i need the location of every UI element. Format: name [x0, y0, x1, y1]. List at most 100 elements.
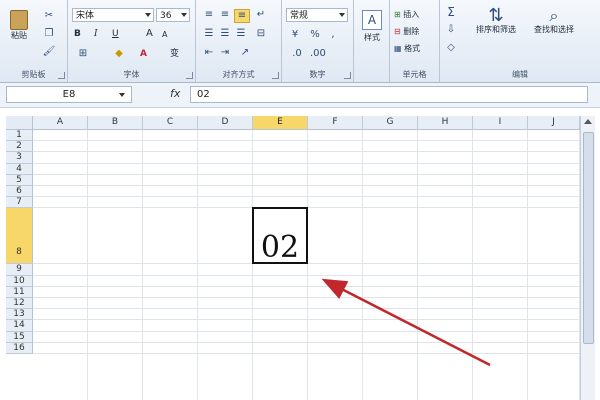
paste-button[interactable]: 粘贴 [8, 10, 30, 41]
sort-filter-button[interactable]: ⇅ 排序和筛选 [468, 6, 524, 35]
font-group-label: 字体 [123, 70, 140, 79]
chevron-down-icon [181, 13, 187, 17]
row-header-2[interactable]: 2 [6, 141, 33, 153]
autosum-icon[interactable]: Σ [444, 6, 458, 18]
column-header-e[interactable]: E [253, 116, 308, 130]
wrap-text-icon[interactable]: ↵ [254, 9, 268, 21]
bold-button[interactable]: B [74, 30, 81, 39]
align-left-icon[interactable]: ☰ [202, 28, 216, 40]
clipboard-dialog-launcher[interactable] [58, 72, 65, 79]
row-header-3[interactable]: 3 [6, 152, 33, 164]
row-header-6[interactable]: 6 [6, 186, 33, 198]
align-right-icon[interactable]: ☰ [234, 28, 248, 40]
number-format-select[interactable]: 常规 [286, 8, 348, 22]
percent-icon[interactable]: % [308, 29, 322, 41]
row-header-16[interactable]: 16 [6, 342, 33, 354]
fill-color-icon[interactable]: ◆ [112, 48, 126, 60]
comma-icon[interactable]: , [326, 29, 340, 41]
column-header-a[interactable]: A [33, 116, 88, 130]
row-header-9[interactable]: 9 [6, 264, 33, 276]
column-header-b[interactable]: B [88, 116, 143, 130]
number-dialog-launcher[interactable] [344, 72, 351, 79]
italic-button[interactable]: I [94, 30, 98, 39]
active-cell[interactable]: 02 [252, 207, 308, 265]
grid-row-line [33, 140, 580, 142]
row-header-14[interactable]: 14 [6, 320, 33, 332]
sort-filter-icon: ⇅ [488, 5, 504, 26]
column-header-i[interactable]: I [473, 116, 528, 130]
paste-icon [10, 10, 28, 30]
ribbon: 粘贴 ✂ ❐ 🖌 剪贴板 宋体 36 B I U A A ⊞ ◆ A 变 字体 … [0, 0, 600, 83]
clear-icon[interactable]: ◇ [444, 42, 458, 54]
font-dialog-launcher[interactable] [186, 72, 193, 79]
delete-button[interactable]: ⊟ 删除 [394, 26, 419, 37]
number-group: 常规 ¥ % , .0 .00 数字 [282, 0, 354, 82]
orientation-icon[interactable]: ↗ [238, 47, 252, 59]
increase-indent-icon[interactable]: ⇥ [218, 47, 232, 59]
row-header-12[interactable]: 12 [6, 298, 33, 310]
font-size-select[interactable]: 36 [156, 8, 190, 22]
insert-button[interactable]: ⊞ 插入 [394, 9, 419, 20]
increase-decimal-icon[interactable]: .0 [290, 48, 304, 60]
name-box[interactable]: E8 [6, 86, 132, 103]
styles-button[interactable]: A 样式 [359, 10, 385, 43]
styles-group: A 样式 [354, 0, 390, 82]
align-top-icon[interactable]: ≡ [202, 9, 216, 21]
grid-row-line [33, 297, 580, 298]
row-header-10[interactable]: 10 [6, 275, 33, 287]
shrink-font-button[interactable]: A [162, 31, 167, 39]
grid-column-line [197, 130, 198, 400]
row-header-11[interactable]: 11 [6, 286, 33, 298]
chevron-down-icon [339, 13, 345, 17]
row-header-5[interactable]: 5 [6, 174, 33, 186]
font-name-select[interactable]: 宋体 [72, 8, 154, 22]
cell-area[interactable]: 02 [33, 130, 580, 400]
column-header-h[interactable]: H [418, 116, 473, 130]
row-header-15[interactable]: 15 [6, 331, 33, 343]
grow-font-button[interactable]: A [146, 29, 153, 39]
decrease-indent-icon[interactable]: ⇤ [202, 47, 216, 59]
row-header-13[interactable]: 13 [6, 309, 33, 321]
align-bottom-icon[interactable]: ≡ [234, 9, 250, 23]
format-painter-icon[interactable]: 🖌 [42, 46, 56, 58]
scroll-up-icon[interactable] [584, 119, 592, 124]
align-center-icon[interactable]: ☰ [218, 28, 232, 40]
column-header-j[interactable]: J [528, 116, 580, 130]
grid-row-line [33, 196, 580, 198]
insert-function-button[interactable]: fx [170, 87, 180, 100]
number-group-label: 数字 [309, 70, 326, 79]
underline-button[interactable]: U [112, 30, 119, 39]
cut-icon[interactable]: ✂ [42, 10, 56, 22]
decrease-decimal-icon[interactable]: .00 [310, 48, 326, 60]
copy-icon[interactable]: ❐ [42, 28, 56, 40]
vertical-scrollbar[interactable] [580, 116, 595, 400]
alignment-dialog-launcher[interactable] [272, 72, 279, 79]
align-middle-icon[interactable]: ≡ [218, 9, 232, 21]
row-header-8[interactable]: 8 [6, 208, 33, 265]
grid-row-line [33, 173, 580, 175]
row-header-1[interactable]: 1 [6, 130, 33, 142]
grid-row-line [33, 308, 580, 310]
find-select-button[interactable]: ⌕ 查找和选择 [526, 6, 582, 35]
format-button[interactable]: ▦ 格式 [394, 43, 420, 54]
alignment-group: ≡ ≡ ≡ ↵ ☰ ☰ ☰ ⊟ ⇤ ⇥ ↗ 对齐方式 [196, 0, 282, 82]
formula-input[interactable]: 02 [190, 86, 588, 103]
border-icon[interactable]: ⊞ [76, 48, 90, 60]
column-header-g[interactable]: G [363, 116, 418, 130]
column-header-f[interactable]: F [308, 116, 363, 130]
column-header-c[interactable]: C [143, 116, 198, 130]
scrollbar-thumb[interactable] [583, 132, 594, 344]
grid-row-line [33, 353, 580, 354]
column-header-d[interactable]: D [198, 116, 253, 130]
row-header-7[interactable]: 7 [6, 197, 33, 209]
format-icon: ▦ [394, 44, 402, 53]
merge-center-icon[interactable]: ⊟ [254, 28, 268, 40]
row-header-4[interactable]: 4 [6, 163, 33, 175]
cells-group-label: 单元格 [402, 70, 427, 79]
formula-bar: E8 fx 02 [0, 83, 600, 108]
fill-icon[interactable]: ⇩ [444, 24, 458, 36]
phonetic-button[interactable]: 变 [170, 50, 179, 59]
select-all-corner[interactable] [6, 116, 33, 130]
font-color-button[interactable]: A [140, 50, 147, 59]
currency-icon[interactable]: ¥ [288, 29, 302, 41]
